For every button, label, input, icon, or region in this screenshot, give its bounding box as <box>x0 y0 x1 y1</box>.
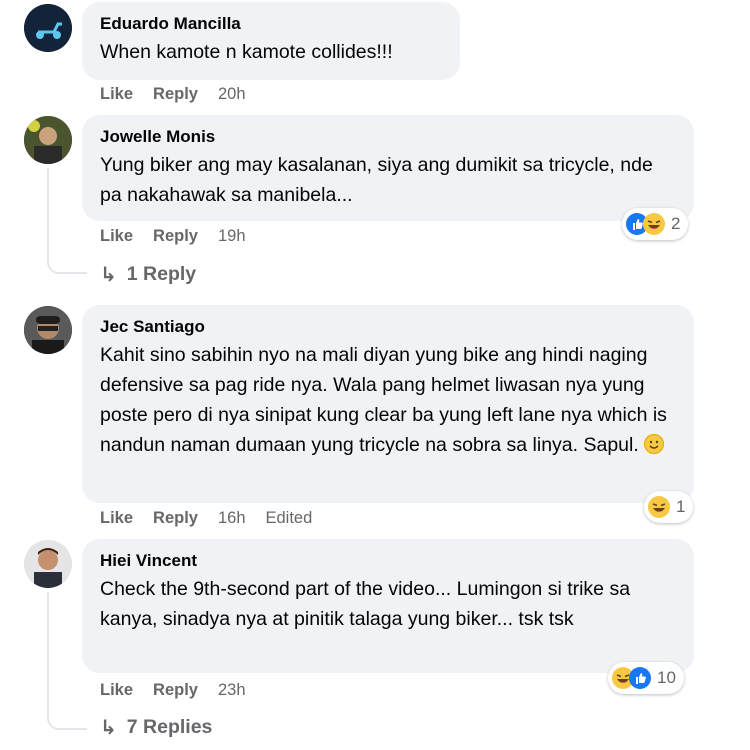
haha-icon <box>648 496 670 518</box>
comment-text: Check the 9th-second part of the video..… <box>100 578 631 630</box>
comment-actions: Like Reply 19h <box>100 226 266 246</box>
comment-bubble: Hiei Vincent Check the 9th-second part o… <box>82 539 694 673</box>
avatar[interactable] <box>24 306 72 354</box>
avatar[interactable] <box>24 540 72 588</box>
profile-photo-icon <box>24 116 72 164</box>
comment-bubble: Jec Santiago Kahit sino sabihin nyo na m… <box>82 305 694 503</box>
reply-button[interactable]: Reply <box>153 680 198 700</box>
replies-label: 1 Reply <box>126 263 197 285</box>
edited-label[interactable]: Edited <box>266 508 313 528</box>
comment-bubble: Eduardo Mancilla When kamote n kamote co… <box>82 2 460 80</box>
like-button[interactable]: Like <box>100 508 133 528</box>
reply-button[interactable]: Reply <box>153 226 198 246</box>
reaction-count: 10 <box>657 668 676 687</box>
comment-bubble: Jowelle Monis Yung biker ang may kasalan… <box>82 115 694 221</box>
replies-label: 7 Replies <box>126 716 213 738</box>
smile-emoji-icon <box>644 434 665 454</box>
like-icon <box>629 667 651 689</box>
reaction-count: 2 <box>671 214 681 233</box>
reaction-summary[interactable]: 1 <box>644 491 694 523</box>
comment-actions: Like Reply 16h Edited <box>100 508 312 528</box>
reply-button[interactable]: Reply <box>153 508 198 528</box>
comment-actions: Like Reply 23h <box>100 680 266 700</box>
profile-photo-icon <box>24 540 72 588</box>
view-replies-button[interactable]: ↳ 7 Replies <box>100 715 212 740</box>
comment-author[interactable]: Jowelle Monis <box>100 126 678 148</box>
timestamp[interactable]: 20h <box>218 84 246 104</box>
like-button[interactable]: Like <box>100 84 133 104</box>
comment-author[interactable]: Eduardo Mancilla <box>100 13 444 35</box>
avatar[interactable] <box>24 116 72 164</box>
profile-photo-icon <box>24 306 72 354</box>
comment-actions: Like Reply 20h <box>100 84 266 104</box>
reaction-count: 1 <box>676 497 686 516</box>
timestamp[interactable]: 23h <box>218 680 246 700</box>
like-button[interactable]: Like <box>100 226 133 246</box>
avatar[interactable] <box>24 4 72 52</box>
reply-arrow-icon: ↳ <box>100 717 117 739</box>
comment-text: Kahit sino sabihin nyo na mali diyan yun… <box>100 340 680 460</box>
comment-text: When kamote n kamote collides!!! <box>100 41 393 63</box>
thread-line <box>47 592 87 730</box>
comment-author[interactable]: Jec Santiago <box>100 316 678 338</box>
scooter-icon <box>24 4 72 52</box>
reply-arrow-icon: ↳ <box>100 264 117 286</box>
timestamp[interactable]: 19h <box>218 226 246 246</box>
thread-line <box>47 168 87 274</box>
reply-button[interactable]: Reply <box>153 84 198 104</box>
comment-text: Yung biker ang may kasalanan, siya ang d… <box>100 154 653 206</box>
like-button[interactable]: Like <box>100 680 133 700</box>
reaction-summary[interactable]: 10 <box>608 662 684 694</box>
reaction-summary[interactable]: 2 <box>622 208 689 240</box>
view-replies-button[interactable]: ↳ 1 Reply <box>100 262 196 287</box>
comment-body: Kahit sino sabihin nyo na mali diyan yun… <box>100 344 667 456</box>
haha-icon <box>643 213 665 235</box>
comment-author[interactable]: Hiei Vincent <box>100 550 678 572</box>
timestamp[interactable]: 16h <box>218 508 246 528</box>
